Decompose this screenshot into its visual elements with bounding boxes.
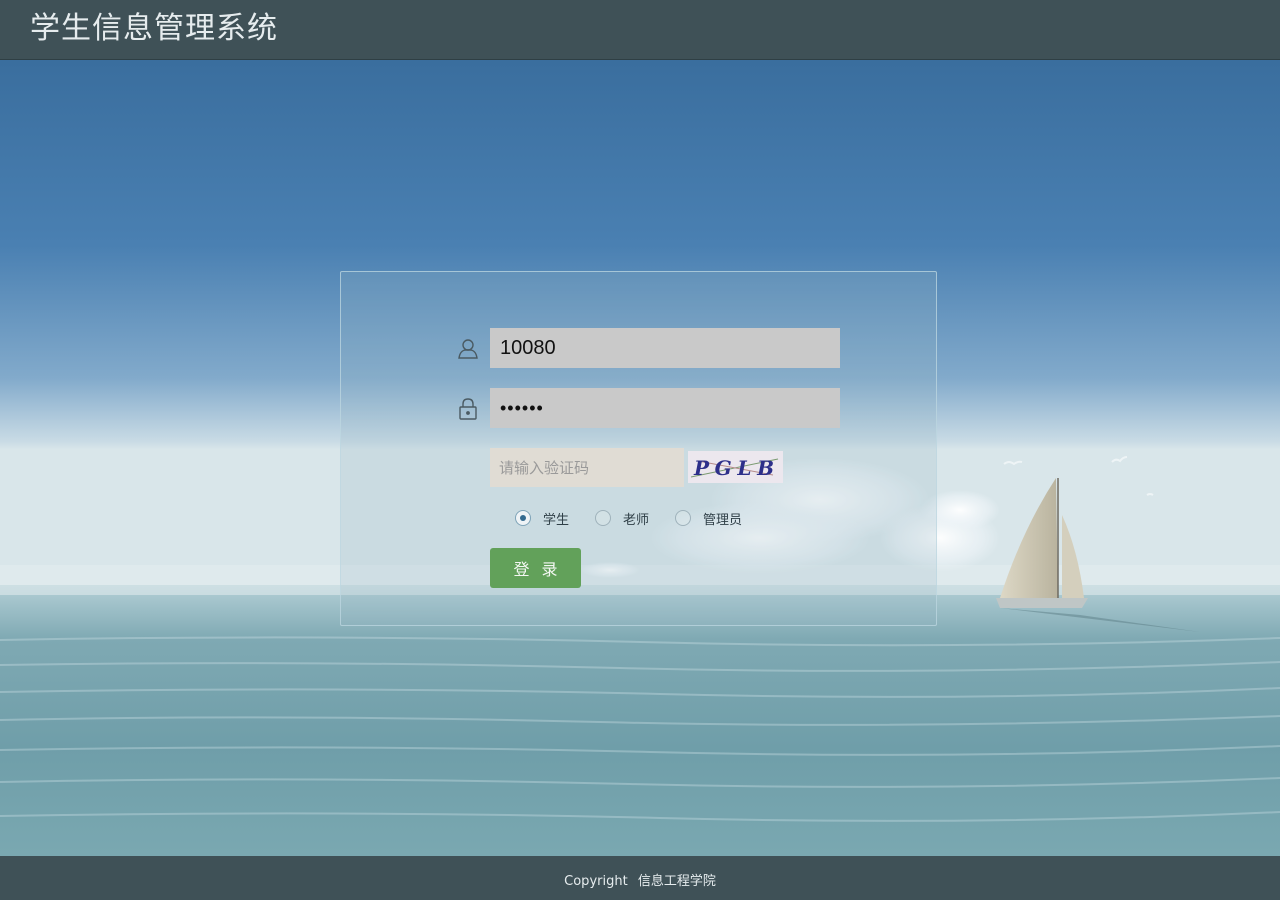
role-label: 管理员 [703, 512, 743, 528]
top-header: 学生信息管理系统 [0, 0, 1280, 60]
username-input[interactable] [490, 328, 840, 368]
copyright-text: Copyright 信息工程学院 [0, 870, 1280, 889]
password-input[interactable] [490, 388, 840, 428]
role-radio-admin[interactable]: 管理员 [675, 508, 742, 528]
login-panel: PGLB 学生 老师 管理员 登录 [340, 271, 937, 626]
organization-name: 信息工程学院 [637, 874, 716, 889]
role-radio-teacher[interactable]: 老师 [595, 508, 649, 528]
radio-indicator[interactable] [515, 510, 531, 526]
login-button[interactable]: 登录 [490, 548, 581, 588]
role-label: 老师 [623, 512, 650, 528]
user-icon [457, 337, 479, 361]
captcha-input[interactable] [490, 448, 684, 487]
radio-indicator[interactable] [675, 510, 691, 526]
role-radio-student[interactable]: 学生 [515, 508, 569, 528]
captcha-image[interactable]: PGLB [688, 451, 783, 483]
role-label: 学生 [543, 512, 570, 528]
footer: Copyright 信息工程学院 [0, 856, 1280, 900]
login-page: 学生信息管理系统 10080 •••••• 请输入验证码 PGLB 学生 老师 … [0, 0, 1280, 900]
radio-indicator[interactable] [595, 510, 611, 526]
system-title: 学生信息管理系统 [30, 11, 278, 46]
copyright-label: Copyright [564, 874, 628, 889]
lock-icon [457, 397, 479, 421]
